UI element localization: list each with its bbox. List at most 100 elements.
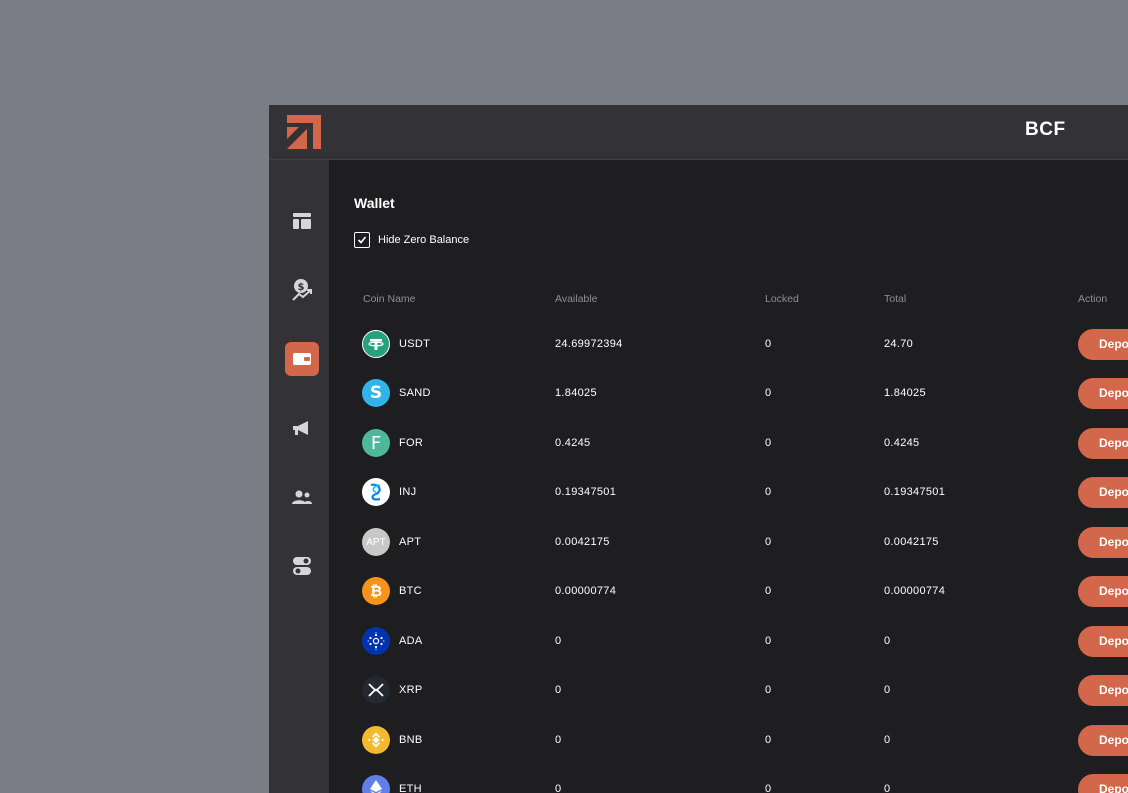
available-value: 0 [555,684,562,696]
locked-value: 0 [765,783,772,793]
for-icon: F [362,429,390,457]
sidebar-item-wallet[interactable] [285,342,319,376]
sidebar-item-users[interactable] [285,480,319,514]
brand-name: BCF [1025,119,1066,140]
btc-icon: ₿ [362,577,390,605]
deposit-button[interactable]: Depo [1078,774,1128,793]
apt-icon-label: APT [366,536,386,548]
total-value: 0 [884,734,891,746]
coin-name: ETH [399,783,422,793]
svg-text:$: $ [298,282,305,293]
wallet-icon [293,353,311,365]
column-header-action: Action [1078,293,1108,305]
coin-name: BTC [399,585,422,597]
coin-name: INJ [399,486,417,498]
deposit-button[interactable]: Depo [1078,428,1128,459]
usdt-icon [362,330,390,358]
deposit-button[interactable]: Depo [1078,329,1128,360]
locked-value: 0 [765,635,772,647]
locked-value: 0 [765,486,772,498]
layout-icon [293,213,311,229]
sidebar-item-announcements[interactable] [285,411,319,445]
table-row: APT APT 0.0042175 0 0.0042175 Depo [329,527,1128,576]
available-value: 0.00000774 [555,585,617,597]
hide-zero-balance-checkbox[interactable] [354,232,370,248]
logo-icon[interactable] [285,113,323,151]
table-row: ADA 0 0 0 Depo [329,626,1128,675]
table-row: ETH 0 0 0 Depo [329,774,1128,793]
locked-value: 0 [765,387,772,399]
page-title: Wallet [354,195,395,211]
total-value: 0.4245 [884,437,920,449]
apt-icon: APT [362,528,390,556]
hide-zero-balance-label: Hide Zero Balance [378,234,470,246]
checkmark-icon [357,236,367,244]
coin-name: FOR [399,437,424,449]
coin-name: SAND [399,387,431,399]
column-header-locked: Locked [765,293,799,305]
app-window: BCF $ Wallet Hide Zero Balance Coin Name… [269,105,1128,793]
available-value: 0.19347501 [555,486,617,498]
earnings-icon: $ [292,279,312,301]
deposit-button[interactable]: Depo [1078,626,1128,657]
total-value: 24.70 [884,338,914,350]
column-header-total: Total [884,293,907,305]
sand-icon: S [362,379,390,407]
table-row: INJ 0.19347501 0 0.19347501 Depo [329,477,1128,526]
locked-value: 0 [765,684,772,696]
megaphone-icon [293,421,308,435]
table-row: BNB 0 0 0 Depo [329,725,1128,774]
table-row: ₿ BTC 0.00000774 0 0.00000774 Depo [329,576,1128,625]
inj-icon [362,478,390,506]
sidebar-item-dashboard[interactable] [285,204,319,238]
ada-icon [362,627,390,655]
sidebar-item-earnings[interactable]: $ [285,273,319,307]
available-value: 0.0042175 [555,536,610,548]
coin-name: XRP [399,684,423,696]
table-row: XRP 0 0 0 Depo [329,675,1128,724]
deposit-button[interactable]: Depo [1078,378,1128,409]
available-value: 0.4245 [555,437,591,449]
total-value: 0 [884,635,891,647]
locked-value: 0 [765,734,772,746]
sidebar-item-settings[interactable] [285,549,319,583]
coin-name: USDT [399,338,431,350]
deposit-button[interactable]: Depo [1078,725,1128,756]
total-value: 1.84025 [884,387,926,399]
locked-value: 0 [765,437,772,449]
bnb-icon [362,726,390,754]
coin-name: ADA [399,635,423,647]
available-value: 24.69972394 [555,338,623,350]
available-value: 0 [555,783,562,793]
wallet-panel: Wallet Hide Zero Balance Coin Name Avail… [329,160,1128,793]
locked-value: 0 [765,338,772,350]
column-header-coin-name: Coin Name [363,293,416,305]
total-value: 0 [884,783,891,793]
available-value: 1.84025 [555,387,597,399]
eth-icon [362,775,390,793]
top-bar: BCF [269,105,1128,160]
deposit-button[interactable]: Depo [1078,527,1128,558]
total-value: 0.19347501 [884,486,946,498]
table-row: S SAND 1.84025 0 1.84025 Depo [329,378,1128,427]
locked-value: 0 [765,585,772,597]
coin-name: APT [399,536,422,548]
sidebar: $ [269,160,329,793]
available-value: 0 [555,635,562,647]
column-header-available: Available [555,293,598,305]
total-value: 0.0042175 [884,536,939,548]
total-value: 0 [884,684,891,696]
xrp-icon [362,676,390,704]
table-row: F FOR 0.4245 0 0.4245 Depo [329,428,1128,477]
coin-name: BNB [399,734,423,746]
deposit-button[interactable]: Depo [1078,576,1128,607]
available-value: 0 [555,734,562,746]
deposit-button[interactable]: Depo [1078,675,1128,706]
toggle-settings-icon [293,557,311,575]
users-icon [292,490,312,504]
deposit-button[interactable]: Depo [1078,477,1128,508]
locked-value: 0 [765,536,772,548]
table-row: USDT 24.69972394 0 24.70 Depo [329,329,1128,378]
hide-zero-balance-toggle[interactable]: Hide Zero Balance [354,232,469,248]
total-value: 0.00000774 [884,585,946,597]
